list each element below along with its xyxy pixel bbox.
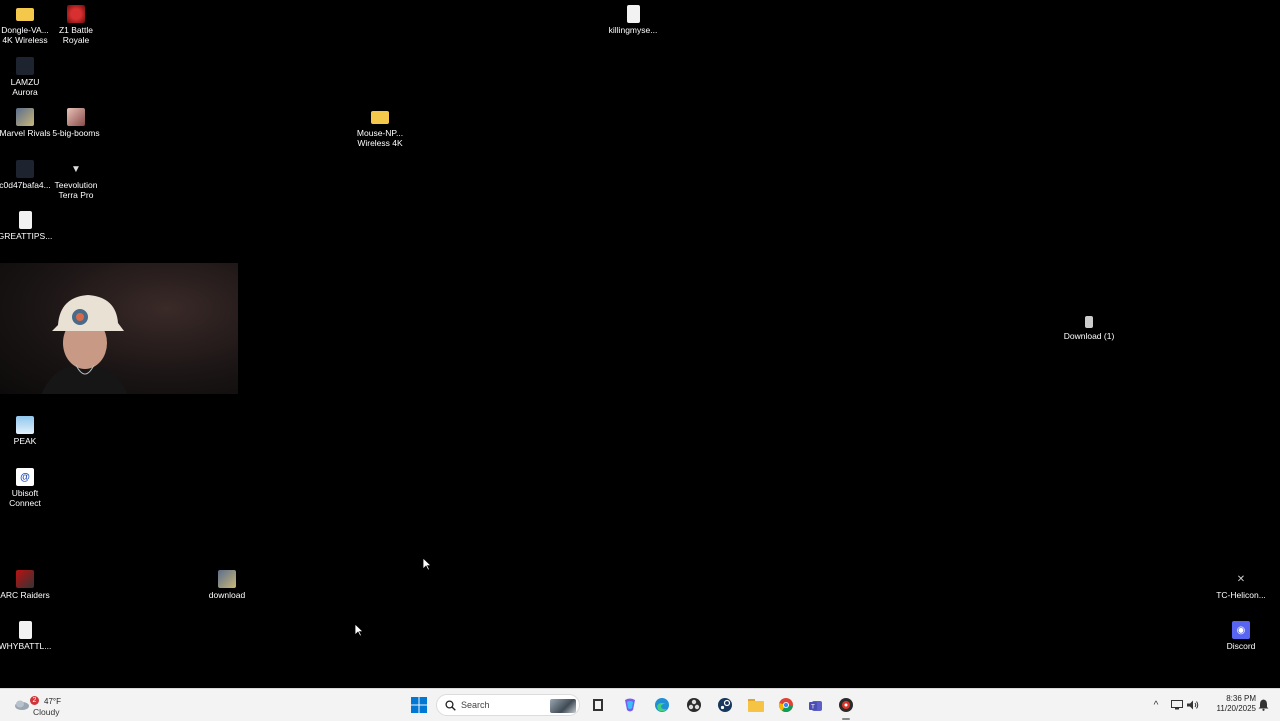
desktop-icon-label: LAMZU Aurora — [10, 77, 40, 97]
desktop-icon-greattips[interactable]: GREATTIPS... — [0, 211, 55, 241]
desktop-icon-label: download — [208, 590, 246, 600]
desktop-icon-whybattl[interactable]: WHYBATTL... — [0, 621, 55, 651]
teevolution-app-icon: ▼ — [71, 163, 81, 175]
steam-button[interactable] — [714, 694, 736, 716]
desktop-icon-z1-battle-royale[interactable]: Z1 Battle Royale — [46, 5, 106, 45]
desktop-icon-label: ARC Raiders — [0, 590, 50, 600]
arc-raiders-game-icon — [16, 570, 34, 588]
game-app-button[interactable] — [835, 694, 857, 716]
chrome-button[interactable] — [775, 694, 797, 716]
search-highlight-image — [550, 699, 576, 713]
obs-button[interactable] — [683, 694, 705, 716]
folder-icon — [16, 8, 34, 21]
taskbar-search-input[interactable]: Search — [436, 694, 580, 716]
desktop-icon-killingmyse[interactable]: killingmyse... — [603, 5, 663, 35]
document-icon — [18, 621, 32, 639]
desktop-icon-download[interactable]: download — [197, 570, 257, 600]
desktop-icon-mouse-np-folder[interactable]: Mouse-NP... Wireless 4K — [350, 108, 410, 148]
network-status[interactable] — [1170, 697, 1184, 713]
desktop-icon-label: TC-Helicon... — [1216, 590, 1266, 600]
edge-button[interactable] — [651, 694, 673, 716]
z1-game-icon — [67, 5, 85, 23]
desktop-icon-label: GREATTIPS... — [0, 231, 53, 241]
cloud-icon — [15, 700, 29, 710]
weather-condition: Cloudy — [33, 707, 60, 717]
weather-badge: 2 — [30, 696, 39, 705]
discord-icon: ◉ — [1232, 621, 1250, 639]
desktop-icon-download-1[interactable]: Download (1) — [1059, 313, 1119, 341]
taskbar: 2 47°F Cloudy Search T ^ 8:36 PM 11/20/2… — [0, 688, 1280, 721]
task-view-icon — [593, 699, 603, 711]
weather-widget[interactable]: 2 47°F Cloudy — [10, 693, 80, 717]
tc-helicon-icon: ✕ — [1236, 573, 1246, 585]
ubisoft-icon: @ — [16, 468, 34, 486]
document-icon — [626, 5, 640, 23]
image-icon — [218, 570, 236, 588]
bell-icon — [1258, 699, 1268, 711]
desktop-icon-label: Teevolution Terra Pro — [54, 180, 98, 200]
desktop-icon-label: killingmyse... — [608, 25, 658, 35]
image-icon — [1085, 316, 1093, 328]
clock-time: 8:36 PM — [1226, 694, 1256, 703]
copilot-button[interactable] — [619, 694, 641, 716]
document-icon — [18, 211, 32, 229]
desktop-icon-label: WHYBATTL... — [0, 641, 52, 651]
edge-icon — [655, 698, 669, 712]
mouse-cursor — [422, 557, 432, 571]
weather-temperature: 47°F — [44, 697, 61, 706]
chrome-icon — [778, 698, 793, 713]
desktop-icon-label: Ubisoft Connect — [9, 488, 41, 508]
desktop-icon-arc-raiders[interactable]: ARC Raiders — [0, 570, 55, 600]
folder-icon — [371, 111, 389, 124]
obs-icon — [687, 698, 701, 712]
webcam-overlay — [0, 263, 238, 394]
search-placeholder: Search — [461, 700, 490, 710]
svg-text:T: T — [810, 704, 815, 711]
system-clock[interactable]: 8:36 PM 11/20/2025 — [1204, 694, 1256, 714]
file-icon — [16, 160, 34, 178]
streamer-webcam-image — [41, 295, 127, 394]
game-app-icon — [839, 698, 853, 712]
search-icon — [445, 700, 456, 711]
speaker-icon — [1187, 700, 1199, 710]
peak-game-icon — [16, 416, 34, 434]
chevron-up-icon: ^ — [1153, 699, 1159, 711]
desktop-icon-ubisoft-connect[interactable]: @ Ubisoft Connect — [0, 468, 55, 508]
marvel-rivals-game-icon — [16, 108, 34, 126]
mouse-cursor-secondary — [354, 623, 364, 637]
desktop-icon-5-big-booms[interactable]: 5-big-booms — [46, 108, 106, 138]
clock-date: 11/20/2025 — [1216, 704, 1256, 713]
desktop-icon-label: Z1 Battle Royale — [58, 25, 94, 45]
windows-start-icon — [411, 697, 427, 713]
network-icon — [1171, 700, 1183, 710]
desktop-icon-peak[interactable]: PEAK — [0, 416, 55, 446]
volume-control[interactable] — [1186, 697, 1200, 713]
desktop-icon-label: Discord — [1226, 641, 1256, 651]
desktop-icon-label: Download (1) — [1063, 331, 1115, 341]
desktop-icon-tc-helicon[interactable]: ✕ TC-Helicon... — [1211, 570, 1271, 601]
task-view-button[interactable] — [587, 694, 609, 716]
show-hidden-icons-button[interactable]: ^ — [1150, 697, 1162, 713]
lamzu-app-icon — [16, 57, 34, 75]
file-explorer-icon — [748, 699, 764, 712]
teams-button[interactable]: T — [805, 694, 827, 716]
desktop-icon-lamzu-aurora[interactable]: LAMZU Aurora — [0, 57, 55, 97]
start-button[interactable] — [408, 694, 430, 716]
desktop-icon-label: Mouse-NP... Wireless 4K — [356, 128, 404, 148]
steam-icon — [718, 698, 732, 712]
teams-icon: T — [809, 701, 822, 711]
notification-center-button[interactable] — [1256, 697, 1270, 713]
desktop-icon-teevolution-terra-pro[interactable]: ▼ Teevolution Terra Pro — [46, 160, 106, 201]
desktop-icon-label: PEAK — [13, 436, 37, 446]
desktop-icon-discord[interactable]: ◉ Discord — [1211, 621, 1271, 651]
file-explorer-button[interactable] — [745, 694, 767, 716]
copilot-icon — [625, 698, 635, 712]
desktop-icon-label: 5-big-booms — [52, 128, 100, 138]
image-icon — [67, 108, 85, 126]
